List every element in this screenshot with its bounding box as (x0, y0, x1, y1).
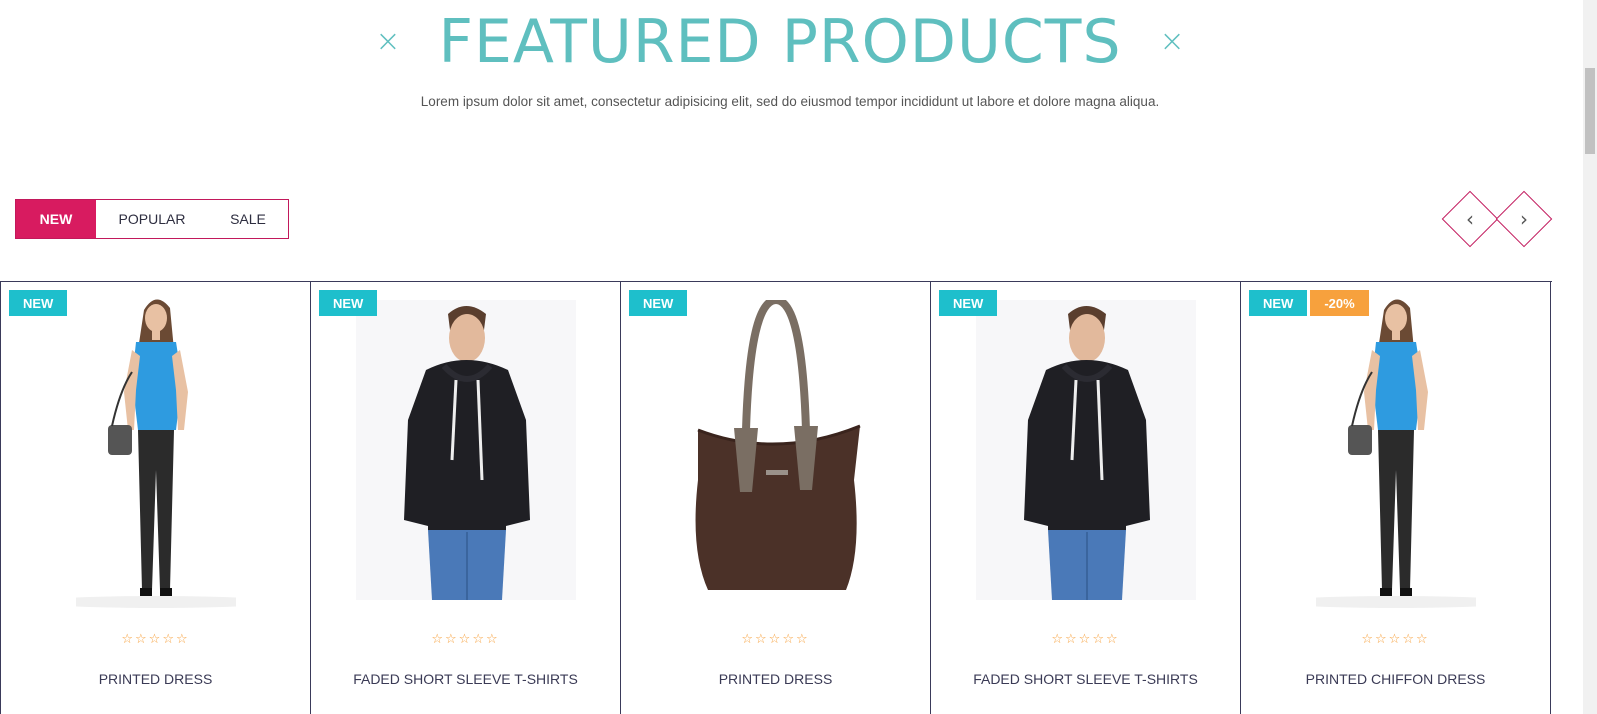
product-name-link[interactable]: PRINTED CHIFFON DRESS (1241, 671, 1550, 687)
rating-stars: ☆☆☆☆☆ (121, 632, 190, 647)
new-badge: NEW (319, 290, 378, 316)
rating-stars: ☆☆☆☆☆ (741, 632, 810, 647)
product-name-link[interactable]: PRINTED DRESS (621, 671, 930, 687)
chevron-right-icon: › (1520, 207, 1528, 231)
vertical-scrollbar[interactable] (1583, 0, 1597, 714)
scrollbar-thumb[interactable] (1585, 68, 1595, 154)
product-name-link[interactable]: FADED SHORT SLEEVE T-SHIRTS (311, 671, 620, 687)
new-badge: NEW (1249, 290, 1308, 316)
section-title: FEATURED PRODUCTS (438, 7, 1122, 77)
woman-blue-top-image (75, 299, 236, 608)
product-card[interactable]: NEW ☆☆☆☆☆ PRINTED DRESS (1, 282, 311, 714)
woman-blue-top-image (1315, 299, 1476, 608)
man-black-hoodie-image (975, 300, 1196, 600)
badge-group: NEW (9, 290, 68, 316)
carousel-prev-button[interactable]: ‹ (1441, 190, 1499, 248)
tab-sale[interactable]: SALE (208, 200, 288, 238)
new-badge: NEW (9, 290, 68, 316)
brown-handbag-image (695, 300, 861, 590)
product-image[interactable] (621, 290, 930, 610)
tab-new[interactable]: NEW (16, 200, 96, 238)
badge-group: NEW (629, 290, 688, 316)
section-heading: × FEATURED PRODUCTS × (0, 8, 1560, 76)
new-badge: NEW (629, 290, 688, 316)
product-card[interactable]: NEW ☆☆☆☆☆ PRINTED DRESS (621, 282, 931, 714)
badge-group: NEW (939, 290, 998, 316)
product-grid: NEW ☆☆☆☆☆ PRINTED DRESS NEW ☆☆☆☆☆ FADED … (0, 281, 1552, 714)
carousel-next-button[interactable]: › (1495, 190, 1553, 248)
product-image[interactable] (1241, 290, 1550, 610)
discount-badge: -20% (1310, 290, 1369, 316)
product-card[interactable]: NEW ☆☆☆☆☆ FADED SHORT SLEEVE T-SHIRTS (931, 282, 1241, 714)
product-image[interactable] (311, 290, 620, 610)
badge-group: NEW (319, 290, 378, 316)
product-name-link[interactable]: FADED SHORT SLEEVE T-SHIRTS (931, 671, 1240, 687)
decor-cross-left-icon: × (375, 24, 401, 59)
rating-stars: ☆☆☆☆☆ (1361, 632, 1430, 647)
product-card[interactable]: NEW -20% ☆☆☆☆☆ PRINTED CHIFFON DRESS (1241, 282, 1551, 714)
product-card[interactable]: NEW ☆☆☆☆☆ FADED SHORT SLEEVE T-SHIRTS (311, 282, 621, 714)
chevron-left-icon: ‹ (1466, 207, 1474, 231)
man-black-hoodie-image (355, 300, 576, 600)
featured-products-page: × FEATURED PRODUCTS × Lorem ipsum dolor … (0, 0, 1597, 714)
badge-group: NEW -20% (1249, 290, 1369, 316)
section-subtitle: Lorem ipsum dolor sit amet, consectetur … (420, 94, 1160, 109)
decor-cross-right-icon: × (1159, 24, 1185, 59)
rating-stars: ☆☆☆☆☆ (1051, 632, 1120, 647)
product-image[interactable] (1, 290, 310, 610)
tab-popular[interactable]: POPULAR (96, 200, 208, 238)
product-filter-tabs: NEW POPULAR SALE (15, 199, 289, 239)
new-badge: NEW (939, 290, 998, 316)
product-name-link[interactable]: PRINTED DRESS (1, 671, 310, 687)
rating-stars: ☆☆☆☆☆ (431, 632, 500, 647)
product-image[interactable] (931, 290, 1240, 610)
